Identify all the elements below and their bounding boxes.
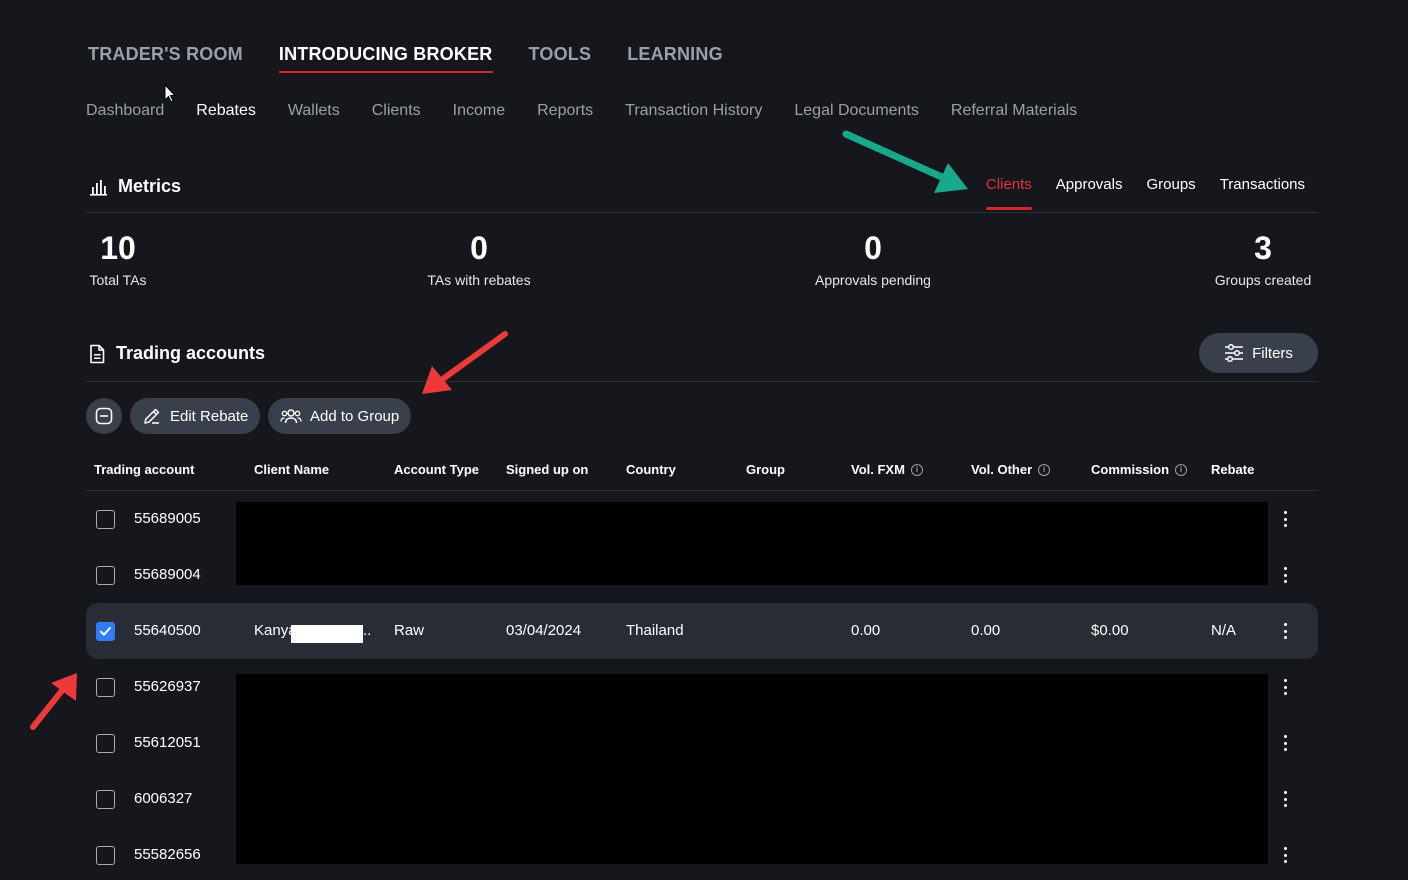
annotation-arrow-red — [30, 673, 77, 730]
annotation-arrows — [30, 130, 968, 730]
annotation-arrow-green — [842, 130, 968, 193]
annotation-arrow-red — [422, 331, 508, 394]
